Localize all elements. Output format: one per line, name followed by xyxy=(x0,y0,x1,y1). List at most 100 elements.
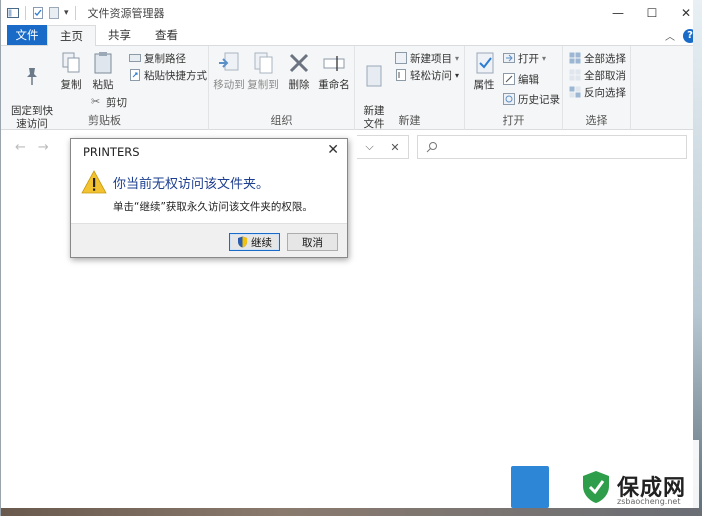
copy-label: 复制 xyxy=(60,79,82,91)
group-select: 全部选择 全部取消 反向选择 选择 xyxy=(563,46,631,130)
paste-shortcut-button[interactable]: 粘贴快捷方式 xyxy=(129,67,207,83)
desktop-background-edge xyxy=(693,0,702,516)
copy-to-icon xyxy=(254,52,273,74)
properties-icon xyxy=(476,52,494,74)
watermark-blue-block xyxy=(511,466,549,508)
move-to-icon xyxy=(219,52,239,71)
cut-label: 剪切 xyxy=(106,96,127,109)
new-folder-icon xyxy=(366,65,382,87)
qat-separator xyxy=(25,6,26,20)
ribbon: 固定到快 速访问 复制 粘贴 ✂ 剪切 复制路径 粘贴快捷方式 剪贴板 移动到 … xyxy=(1,46,702,143)
search-icon xyxy=(426,142,437,153)
desktop-background-bottom xyxy=(1,508,702,516)
group-clipboard: 固定到快 速访问 复制 粘贴 ✂ 剪切 复制路径 粘贴快捷方式 剪贴板 xyxy=(1,46,209,130)
explorer-window: ▾ 文件资源管理器 — ☐ ✕ 文件 主页 共享 查看 ︿ ? 固定到快 速访问 xyxy=(0,0,702,516)
history-button[interactable]: 历史记录 xyxy=(503,91,560,107)
maximize-button[interactable]: ☐ xyxy=(635,0,669,26)
select-none-label: 全部取消 xyxy=(584,69,626,82)
invert-selection-icon xyxy=(569,86,581,98)
chevron-down-icon: ▾ xyxy=(542,53,547,63)
forward-arrow-icon[interactable]: → xyxy=(38,140,49,155)
new-folder-button[interactable]: 新建 文件夹 xyxy=(359,50,389,144)
easy-access-label: 轻松访问 xyxy=(410,69,452,82)
uac-shield-icon xyxy=(238,236,247,248)
delete-label: 删除 xyxy=(288,79,310,91)
rename-button[interactable]: 重命名 xyxy=(317,50,351,92)
copy-path-label: 复制路径 xyxy=(144,52,186,65)
ribbon-collapse-icon[interactable]: ︿ xyxy=(665,28,675,43)
group-open: 属性 打开 ▾ 编辑 历史记录 打开 xyxy=(465,46,563,130)
select-all-button[interactable]: 全部选择 xyxy=(569,50,626,66)
copy-path-icon xyxy=(129,54,141,62)
new-item-icon xyxy=(395,52,407,64)
watermark-shield-icon xyxy=(583,471,609,503)
cancel-button[interactable]: 取消 xyxy=(287,233,338,251)
tab-share[interactable]: 共享 xyxy=(96,25,143,45)
tab-view[interactable]: 查看 xyxy=(143,25,190,45)
address-bar-end: ⌵ ✕ xyxy=(357,135,409,159)
group-label-new: 新建 xyxy=(398,114,421,127)
open-button[interactable]: 打开 ▾ xyxy=(503,50,546,66)
address-clear-icon[interactable]: ✕ xyxy=(390,141,399,154)
new-item-button[interactable]: 新建项目 ▾ xyxy=(395,50,459,66)
invert-selection-label: 反向选择 xyxy=(584,86,626,99)
new-item-label: 新建项目 xyxy=(410,52,452,65)
paste-shortcut-icon xyxy=(130,69,140,81)
move-to-label: 移动到 xyxy=(213,79,245,91)
group-organize: 移动到 复制到 删除 重命名 组织 xyxy=(209,46,355,130)
copy-to-button[interactable]: 复制到 xyxy=(247,50,279,92)
easy-access-button[interactable]: 轻松访问 ▾ xyxy=(395,67,459,83)
select-all-icon xyxy=(569,52,581,64)
back-arrow-icon[interactable]: ← xyxy=(15,140,26,155)
properties-quick-icon[interactable] xyxy=(32,7,44,19)
ribbon-tabs: 文件 主页 共享 查看 ︿ ? xyxy=(1,25,702,46)
minimize-button[interactable]: — xyxy=(601,0,635,26)
dialog-footer: 继续 取消 xyxy=(71,223,347,257)
move-to-button[interactable]: 移动到 xyxy=(213,50,245,92)
invert-selection-button[interactable]: 反向选择 xyxy=(569,84,626,100)
dialog-title: PRINTERS xyxy=(83,145,140,159)
paste-button[interactable]: 粘贴 xyxy=(89,50,117,92)
qat-customize-icon[interactable]: ▾ xyxy=(64,8,69,18)
edit-button[interactable]: 编辑 xyxy=(503,71,539,87)
chevron-down-icon: ▾ xyxy=(455,70,460,80)
chevron-down-icon: ▾ xyxy=(455,53,460,63)
tab-file[interactable]: 文件 xyxy=(7,25,47,45)
dialog-detail: 单击“继续”获取永久访问该文件夹的权限。 xyxy=(113,201,313,213)
rename-icon xyxy=(323,56,345,71)
copy-button[interactable]: 复制 xyxy=(57,50,85,92)
cancel-label: 取消 xyxy=(302,236,323,249)
qat-separator xyxy=(74,6,76,20)
title-bar: ▾ 文件资源管理器 — ☐ ✕ xyxy=(1,0,702,26)
explorer-app-icon xyxy=(7,8,19,18)
copy-path-button[interactable]: 复制路径 xyxy=(129,50,186,66)
open-label: 打开 xyxy=(518,52,539,65)
dialog-close-button[interactable]: ✕ xyxy=(327,142,339,158)
select-all-label: 全部选择 xyxy=(584,52,626,65)
paste-shortcut-label: 粘贴快捷方式 xyxy=(144,69,207,82)
window-title: 文件资源管理器 xyxy=(87,7,165,20)
copy-to-label: 复制到 xyxy=(247,79,279,91)
nav-buttons: ← → xyxy=(15,140,49,155)
new-folder-quick-icon[interactable] xyxy=(48,7,60,19)
warning-icon xyxy=(81,170,107,194)
select-none-button[interactable]: 全部取消 xyxy=(569,67,626,83)
edit-icon xyxy=(503,73,515,85)
access-denied-dialog: PRINTERS ✕ 你当前无权访问该文件夹。 单击“继续”获取永久访问该文件夹… xyxy=(70,138,348,258)
rename-label: 重命名 xyxy=(318,79,350,91)
properties-button[interactable]: 属性 xyxy=(471,50,497,92)
continue-button[interactable]: 继续 xyxy=(229,233,280,251)
search-input[interactable] xyxy=(417,135,687,159)
watermark-url: zsbaocheng.net xyxy=(617,497,681,506)
group-label-select: 选择 xyxy=(585,114,608,127)
group-new: 新建 文件夹 新建项目 ▾ 轻松访问 ▾ 新建 xyxy=(355,46,465,143)
delete-button[interactable]: 删除 xyxy=(285,50,313,92)
group-label-open: 打开 xyxy=(502,114,525,127)
continue-label: 继续 xyxy=(251,236,272,249)
paste-label: 粘贴 xyxy=(92,79,114,91)
pin-icon xyxy=(27,68,37,85)
cut-button[interactable]: ✂ 剪切 xyxy=(91,94,127,110)
easy-access-icon xyxy=(396,69,406,81)
address-dropdown-icon[interactable]: ⌵ xyxy=(365,140,373,154)
tab-home[interactable]: 主页 xyxy=(47,25,96,46)
